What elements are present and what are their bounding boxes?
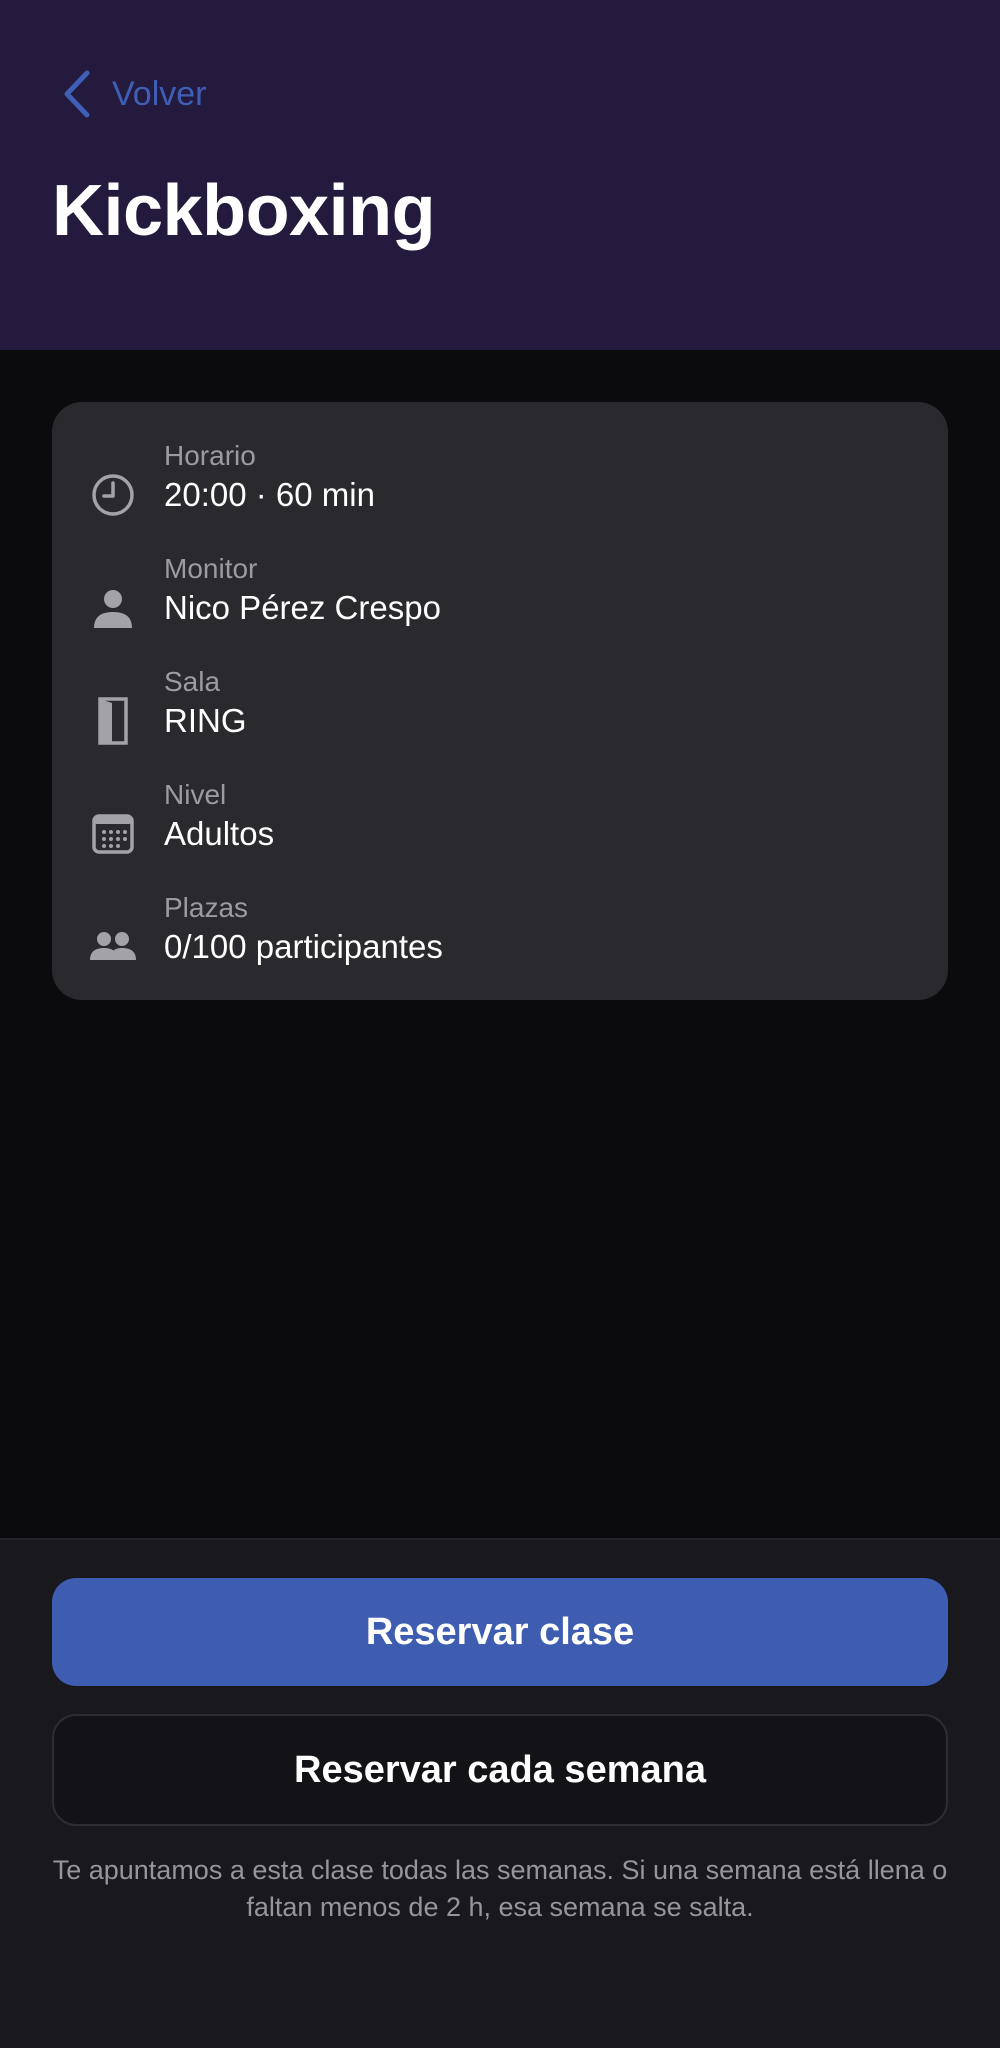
info-value: Adultos <box>164 815 275 852</box>
info-label: Horario <box>164 440 256 471</box>
info-label: Monitor <box>164 553 258 584</box>
chevron-left-icon <box>56 66 96 122</box>
people-icon <box>88 922 138 972</box>
person-icon <box>88 583 138 633</box>
book-class-button[interactable]: Reservar clase <box>52 1578 948 1686</box>
class-info-card: Horario 20:00 · 60 min Monitor Nico Pére… <box>52 402 948 1000</box>
weekly-booking-helper-text: Te apuntamos a esta clase todas las sema… <box>52 1855 948 1922</box>
info-row-instructor: Monitor Nico Pérez Crespo <box>52 553 948 653</box>
back-label: Volver <box>112 74 207 113</box>
info-row-spots: Plazas 0/100 participantes <box>52 892 948 992</box>
calendar-icon <box>88 809 138 859</box>
class-detail-screen: Volver Kickboxing Horario 20:00 · 60 min <box>0 0 1000 2048</box>
page-title: Kickboxing <box>52 171 436 251</box>
info-label: Nivel <box>164 779 227 810</box>
info-row-schedule: Horario 20:00 · 60 min <box>52 440 948 540</box>
back-button[interactable]: Volver <box>56 66 207 122</box>
info-label: Plazas <box>164 892 249 923</box>
door-icon <box>88 696 138 746</box>
info-value: RING <box>164 702 247 739</box>
bottom-action-panel: Reservar clase Reservar cada semana Te a… <box>0 1538 1000 2048</box>
header: Volver Kickboxing <box>0 0 1000 350</box>
book-weekly-button[interactable]: Reservar cada semana <box>52 1714 948 1826</box>
info-row-room: Sala RING <box>52 666 948 766</box>
info-row-level: Nivel Adultos <box>52 779 948 879</box>
info-value: Nico Pérez Crespo <box>164 589 441 626</box>
info-value: 0/100 participantes <box>164 928 443 965</box>
info-label: Sala <box>164 666 221 697</box>
clock-icon <box>88 470 138 520</box>
info-value: 20:00 · 60 min <box>164 476 375 513</box>
